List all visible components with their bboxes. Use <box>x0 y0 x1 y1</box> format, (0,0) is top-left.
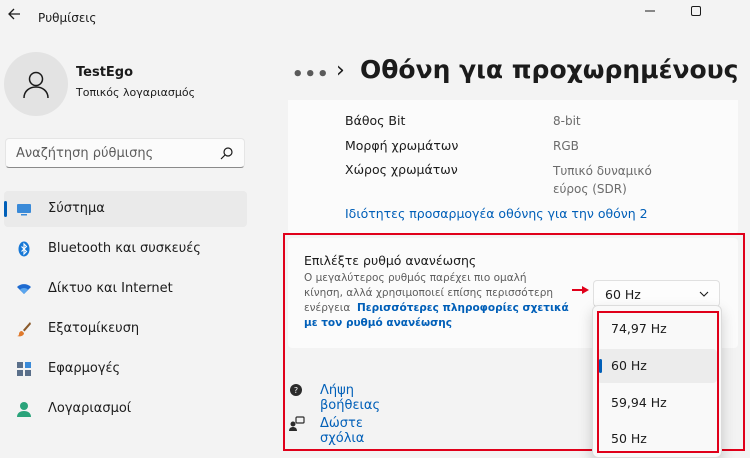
display-info-card: Βάθος Bit 8-bit Μορφή χρωμάτων RGB Χώρος… <box>288 100 738 234</box>
adapter-properties-link[interactable]: Ιδιότητες προσαρμογέα οθόνης για την οθό… <box>345 206 648 221</box>
back-arrow-icon <box>8 8 20 20</box>
sidebar-item-label: Λογαριασμοί <box>48 401 132 416</box>
color-format-label: Μορφή χρωμάτων <box>345 138 459 153</box>
sidebar-item-label: Δίκτυο και Internet <box>48 281 173 296</box>
bit-depth-value: 8-bit <box>553 114 581 128</box>
breadcrumb-overflow-button[interactable]: ••• <box>292 64 330 85</box>
color-space-value-line1: Τυπικό δυναμικό <box>553 164 652 178</box>
user-name: TestEgo <box>76 65 134 80</box>
give-feedback-label: Δώστε σχόλια <box>320 416 365 446</box>
app-title: Ρυθμίσεις <box>38 11 97 25</box>
sidebar-item-accounts[interactable]: Λογαριασμοί <box>4 391 247 427</box>
user-profile[interactable]: TestEgo Τοπικός λογαριασμός <box>4 50 264 120</box>
minimize-button[interactable] <box>627 0 673 22</box>
maximize-button[interactable] <box>673 0 719 22</box>
color-space-label: Χώρος χρωμάτων <box>345 162 458 177</box>
wifi-icon <box>17 284 31 294</box>
account-type: Τοπικός λογαριασμός <box>76 86 196 99</box>
sidebar-item-label: Bluetooth και συσκευές <box>48 241 201 256</box>
svg-text:?: ? <box>294 386 298 395</box>
sidebar-item-apps[interactable]: Εφαρμογές <box>4 351 247 387</box>
apps-icon <box>17 362 31 376</box>
bluetooth-icon <box>18 241 30 257</box>
color-format-value: RGB <box>553 139 579 153</box>
sidebar-item-label: Εξατομίκευση <box>48 321 140 336</box>
avatar <box>4 52 68 116</box>
dropdown-highlight-box <box>597 311 719 453</box>
minimize-icon <box>645 10 655 12</box>
brush-icon <box>17 322 31 337</box>
help-icon: ? <box>290 384 302 396</box>
user-icon <box>23 71 49 99</box>
sidebar-item-personalization[interactable]: Εξατομίκευση <box>4 311 247 347</box>
color-space-value-line2: εύρος (SDR) <box>553 182 627 196</box>
sidebar-item-system[interactable]: Σύστημα <box>4 191 247 227</box>
maximize-icon <box>691 6 701 16</box>
sidebar-item-bluetooth[interactable]: Bluetooth και συσκευές <box>4 231 247 267</box>
sidebar-item-network[interactable]: Δίκτυο και Internet <box>4 271 247 307</box>
search-input[interactable]: Αναζήτηση ρύθμισης <box>16 146 153 161</box>
get-help-label: Λήψη βοήθειας <box>320 383 381 413</box>
breadcrumb-chevron-icon: › <box>336 58 345 83</box>
sidebar-item-label: Εφαρμογές <box>48 361 121 376</box>
feedback-icon <box>289 416 305 431</box>
page-title: Οθόνη για προχωρημένους <box>360 55 739 84</box>
back-button[interactable] <box>4 4 24 24</box>
account-icon <box>17 402 31 417</box>
title-bar: Ρυθμίσεις <box>0 0 750 36</box>
search-box[interactable]: Αναζήτηση ρύθμισης <box>5 138 245 168</box>
system-icon <box>17 204 31 216</box>
search-icon <box>220 147 233 160</box>
sidebar-item-label: Σύστημα <box>48 201 105 216</box>
bit-depth-label: Βάθος Bit <box>345 113 406 128</box>
